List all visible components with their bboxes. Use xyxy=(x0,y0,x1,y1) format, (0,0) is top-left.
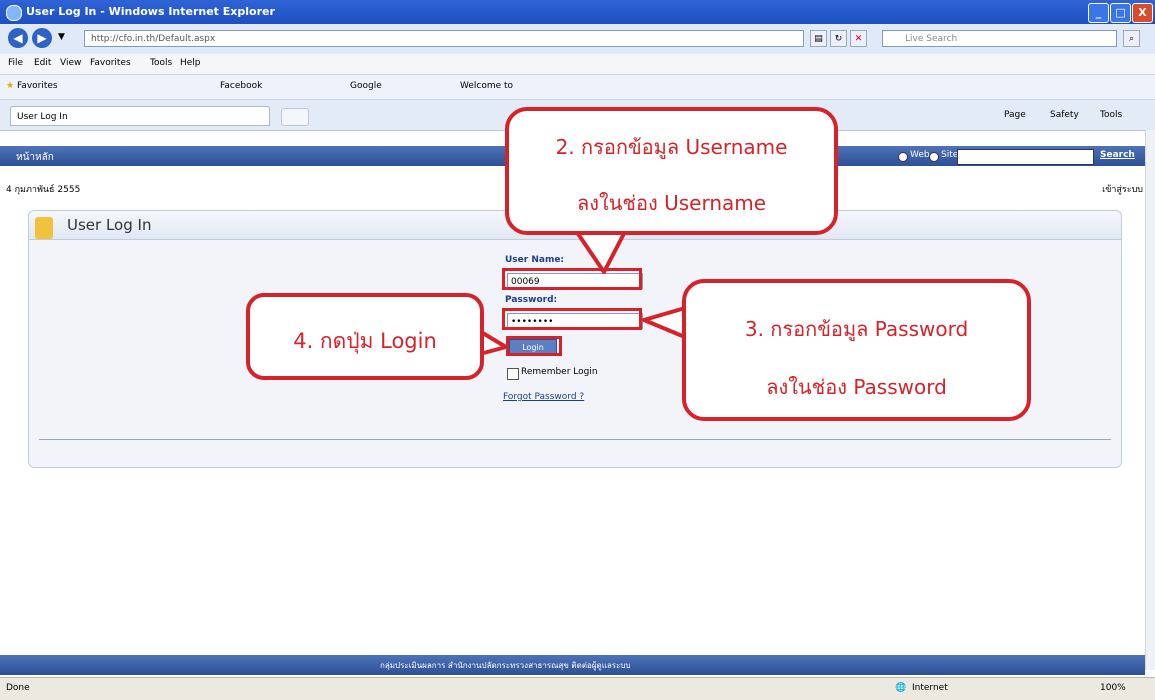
history-dropdown-icon[interactable]: ▼ xyxy=(58,32,65,42)
login-button-highlight xyxy=(506,336,562,356)
menu-edit[interactable]: Edit xyxy=(34,58,51,68)
safety-menu[interactable]: Safety xyxy=(1050,110,1079,120)
forgot-password-link[interactable]: Forgot Password ? xyxy=(503,392,584,402)
favorite-welcome[interactable]: Welcome to xyxy=(460,81,513,91)
callout-step-4: 4. กดปุ่ม Login xyxy=(246,293,484,380)
zoom-level[interactable]: 100% xyxy=(1100,683,1126,693)
callout-3-line-2: ลงในช่อง Password xyxy=(766,375,947,399)
radio-web[interactable] xyxy=(898,152,908,162)
callout-2-line-1: 2. กรอกข้อมูล Username xyxy=(555,135,788,159)
home-link[interactable]: หน้าหลัก xyxy=(16,150,54,165)
radio-web-label: Web xyxy=(910,150,930,160)
menu-bar: File Edit View Favorites Tools Help xyxy=(0,54,1155,75)
callout-step-2: 2. กรอกข้อมูล Username ลงในช่อง Username xyxy=(505,107,838,235)
page-menu[interactable]: Page xyxy=(1004,110,1026,120)
tab-user-login[interactable]: User Log In xyxy=(10,106,270,126)
key-icon xyxy=(35,217,53,239)
address-bar: ◀ ▶ ▼ http://cfo.in.th/Default.aspx ▤ ↻ … xyxy=(0,24,1155,54)
globe-icon: 🌐 xyxy=(895,683,907,693)
status-text: Done xyxy=(6,683,30,693)
search-input[interactable]: Live Search xyxy=(882,30,1117,47)
menu-favorites[interactable]: Favorites xyxy=(90,58,131,68)
zone-label: Internet xyxy=(912,683,948,693)
menu-tools[interactable]: Tools xyxy=(150,58,172,68)
compat-icon[interactable]: ▤ xyxy=(810,30,827,47)
menu-file[interactable]: File xyxy=(8,58,23,68)
back-icon[interactable]: ◀ xyxy=(8,28,28,48)
ie-logo-icon xyxy=(6,5,22,21)
stop-icon[interactable]: ✕ xyxy=(850,30,867,47)
favorites-button[interactable]: ★ Favorites xyxy=(6,81,58,91)
login-panel-title: User Log In xyxy=(67,216,152,234)
remember-checkbox[interactable] xyxy=(507,368,519,380)
url-input[interactable]: http://cfo.in.th/Default.aspx xyxy=(84,30,804,47)
minimize-button[interactable]: _ xyxy=(1088,3,1109,23)
footer-links[interactable]: กลุ่มประเมินผลการ สำนักงานปลัดกระทรวงสาธ… xyxy=(380,659,631,672)
radio-site-label: Site xyxy=(941,150,959,160)
refresh-icon[interactable]: ↻ xyxy=(830,30,847,47)
site-footer: กลุ่มประเมินผลการ สำนักงานปลัดกระทรวงสาธ… xyxy=(0,655,1145,675)
callout-4-text: 4. กดปุ่ม Login xyxy=(293,329,437,353)
favorite-facebook[interactable]: Facebook xyxy=(220,81,262,91)
new-tab-button[interactable] xyxy=(281,108,309,126)
login-link[interactable]: เข้าสู่ระบบ xyxy=(1102,182,1143,196)
favorite-google[interactable]: Google xyxy=(350,81,382,91)
username-label: User Name: xyxy=(505,255,565,265)
forward-icon[interactable]: ▶ xyxy=(32,28,52,48)
remember-label: Remember Login xyxy=(521,367,598,377)
callout-2-line-2: ลงในช่อง Username xyxy=(576,191,767,215)
site-search-button[interactable]: Search xyxy=(1100,150,1135,160)
radio-site[interactable] xyxy=(929,152,939,162)
tools-menu[interactable]: Tools xyxy=(1100,110,1122,120)
window-title-bar: User Log In - Windows Internet Explorer … xyxy=(0,0,1155,24)
menu-view[interactable]: View xyxy=(60,58,81,68)
maximize-button[interactable]: □ xyxy=(1110,3,1131,23)
search-icon[interactable]: ⌕ xyxy=(1123,30,1140,47)
status-bar: Done 🌐 Internet 100% xyxy=(0,677,1155,700)
callout-3-line-1: 3. กรอกข้อมูล Password xyxy=(744,317,969,341)
panel-divider xyxy=(39,439,1111,440)
close-button[interactable]: X xyxy=(1132,3,1153,23)
callout-step-3: 3. กรอกข้อมูล Password ลงในช่อง Password xyxy=(682,279,1031,421)
star-icon: ★ xyxy=(6,81,15,91)
page-scrollbar[interactable] xyxy=(1145,130,1155,670)
current-date: 4 กุมภาพันธ์ 2555 xyxy=(6,185,81,195)
site-search-input[interactable] xyxy=(957,149,1094,165)
password-highlight xyxy=(502,308,642,330)
favorites-bar: ★ Favorites Facebook Google Welcome to xyxy=(0,75,1155,100)
window-title: User Log In - Windows Internet Explorer xyxy=(26,5,275,18)
menu-help[interactable]: Help xyxy=(180,58,201,68)
password-label: Password: xyxy=(505,295,558,305)
